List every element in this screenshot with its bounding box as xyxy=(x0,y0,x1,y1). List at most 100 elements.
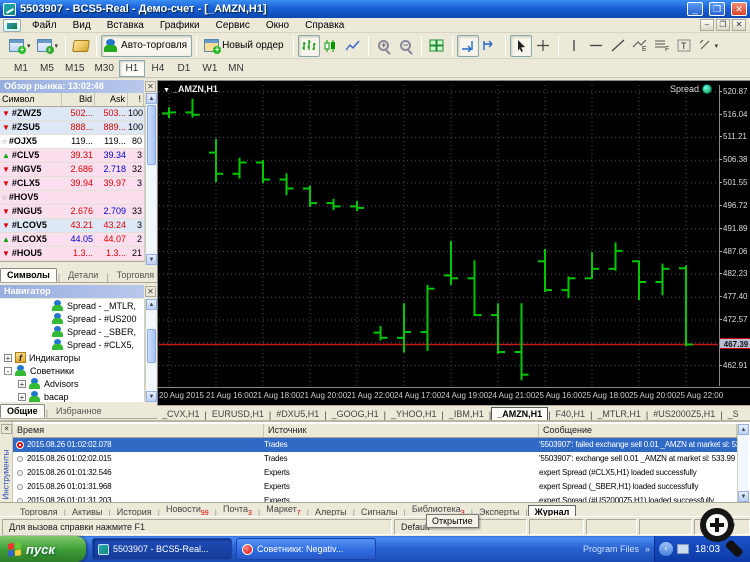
timeframe-mn[interactable]: MN xyxy=(223,60,249,77)
one-click-trading-icon[interactable]: ▼ xyxy=(163,87,170,94)
fibonacci-button[interactable]: F xyxy=(651,35,673,57)
chart-tab-0[interactable]: _CVX,H1 xyxy=(157,408,205,420)
menu-item-4[interactable]: Сервис xyxy=(208,19,258,32)
market-watch-row[interactable]: ▼#LCOV543.2143.243 xyxy=(0,219,144,233)
market-watch-row[interactable]: ▼#CLX539.9439.973 xyxy=(0,177,144,191)
scroll-down-icon[interactable]: ▼ xyxy=(146,254,157,265)
vertical-line-button[interactable] xyxy=(563,35,585,57)
timeframe-d1[interactable]: D1 xyxy=(171,60,197,77)
timeframe-m1[interactable]: M1 xyxy=(8,60,34,77)
scroll-up-icon[interactable]: ▲ xyxy=(146,93,157,104)
restore-button[interactable]: ❐ xyxy=(709,2,725,16)
taskbar-task-mt4[interactable]: 5503907 - BCS5-Real... xyxy=(92,538,232,560)
mdi-restore-button[interactable]: ❐ xyxy=(716,19,730,31)
menu-item-0[interactable]: Файл xyxy=(24,19,65,32)
terminal-close-icon[interactable]: ✕ xyxy=(1,424,12,434)
market-watch-row[interactable]: ○#OJX5119...119...80 xyxy=(0,135,144,149)
horizontal-line-button[interactable] xyxy=(585,35,607,57)
navigator-node[interactable]: +Advisors xyxy=(0,377,144,390)
new-order-button[interactable]: +Новый ордер xyxy=(201,35,289,57)
menu-item-6[interactable]: Справка xyxy=(297,19,352,32)
line-chart-mode-button[interactable] xyxy=(342,35,364,57)
bar-chart-mode-button[interactable] xyxy=(298,35,320,57)
new-chart-button[interactable]: +▾ xyxy=(6,35,34,57)
mdi-minimize-button[interactable]: – xyxy=(700,19,714,31)
navigator-scrollbar[interactable]: ▲ ▼ xyxy=(145,299,156,402)
chart-canvas[interactable] xyxy=(159,85,718,386)
navigator-ea-item[interactable]: Spread - #CLX5, xyxy=(0,338,144,351)
scroll-down-icon[interactable]: ▼ xyxy=(146,391,157,402)
timeframe-w1[interactable]: W1 xyxy=(197,60,223,77)
market-watch-close-icon[interactable]: ✕ xyxy=(145,81,156,92)
journal-row[interactable]: 2015.08.26 01:01:31.968Expertsexpert Spr… xyxy=(13,480,737,494)
close-button[interactable]: ✕ xyxy=(731,2,747,16)
journal-column-0[interactable]: Время xyxy=(13,424,264,437)
navigator-close-icon[interactable]: ✕ xyxy=(145,286,156,297)
market-watch-header[interactable]: Обзор рынка: 13:02:48 xyxy=(0,80,144,93)
chart-window[interactable]: ▼_AMZN,H1 Spread 520.87516.04511.21506.3… xyxy=(157,80,750,405)
journal-row[interactable]: 2015.08.26 01:01:32.546Expertsexpert Spr… xyxy=(13,466,737,480)
scroll-thumb[interactable] xyxy=(147,105,156,165)
market-watch-row[interactable]: ▼#NGU52.6762.70933 xyxy=(0,205,144,219)
scroll-up-icon[interactable]: ▲ xyxy=(738,424,749,435)
scroll-down-icon[interactable]: ▼ xyxy=(738,491,749,502)
journal-row[interactable]: 2015.08.26 01:02:02.078Trades'5503907': … xyxy=(13,438,737,452)
market-watch-tab-0[interactable]: Символы xyxy=(0,268,57,282)
chevron-right-icon[interactable]: » xyxy=(645,544,650,554)
menu-item-3[interactable]: Графики xyxy=(152,19,208,32)
mw-column-0[interactable]: Символ xyxy=(0,93,62,106)
market-watch-row[interactable]: ▼#ZWZ5502...503...100 xyxy=(0,107,144,121)
metaeditor-button[interactable] xyxy=(70,35,92,57)
timeframe-m30[interactable]: M30 xyxy=(89,60,118,77)
auto-scroll-button[interactable] xyxy=(457,35,479,57)
navigator-ea-item[interactable]: Spread - #US200 xyxy=(0,312,144,325)
price-chart[interactable] xyxy=(159,85,718,386)
journal-column-1[interactable]: Источник xyxy=(264,424,539,437)
mw-column-3[interactable]: ! xyxy=(128,93,144,106)
chart-tab-10[interactable]: _S xyxy=(723,408,744,420)
mw-column-1[interactable]: Bid xyxy=(62,93,95,106)
market-watch-tab-2[interactable]: Торговля xyxy=(110,268,162,282)
timeframe-h1[interactable]: H1 xyxy=(119,60,145,77)
navigator-node[interactable]: -Советники xyxy=(0,364,144,377)
market-watch-row[interactable]: ▼#NGV52.6862.71832 xyxy=(0,163,144,177)
journal-scrollbar[interactable]: ▲ ▼ xyxy=(737,424,748,502)
market-watch-row[interactable]: ▲#LCOX544.0544.072 xyxy=(0,233,144,247)
navigator-tab-0[interactable]: Общие xyxy=(0,404,45,418)
start-button[interactable]: пуск xyxy=(0,536,86,562)
arrows-tool-button[interactable]: ▾ xyxy=(695,35,722,57)
navigator-ea-item[interactable]: Spread - _SBER, xyxy=(0,325,144,338)
chart-tab-6[interactable]: _AMZN,H1 xyxy=(491,407,548,420)
quick-launch-label[interactable]: Program Files xyxy=(583,544,639,554)
scroll-thumb[interactable] xyxy=(147,329,156,363)
navigator-tab-1[interactable]: Избранное xyxy=(49,404,109,418)
zoom-out-button[interactable]: − xyxy=(395,35,417,57)
navigator-node[interactable]: +bacap xyxy=(0,390,144,402)
expand-icon[interactable]: + xyxy=(4,354,12,362)
timeframe-m5[interactable]: M5 xyxy=(34,60,60,77)
menu-item-5[interactable]: Окно xyxy=(258,19,297,32)
chart-menu-icon[interactable] xyxy=(3,19,21,32)
terminal-side-label[interactable]: Инструменты xyxy=(2,440,11,510)
expand-icon[interactable]: + xyxy=(18,380,26,388)
minimize-button[interactable]: _ xyxy=(687,2,703,16)
market-watch-tab-1[interactable]: Детали xyxy=(61,268,105,282)
market-watch-row[interactable]: ▼#HOU51.3...1.3...21 xyxy=(0,247,144,261)
price-axis[interactable]: 520.87516.04511.21506.38501.55496.72491.… xyxy=(719,85,750,386)
time-axis[interactable]: 20 Aug 201521 Aug 16:0021 Aug 18:0021 Au… xyxy=(158,387,750,403)
menu-item-2[interactable]: Вставка xyxy=(99,19,152,32)
zoom-in-button[interactable]: + xyxy=(373,35,395,57)
trendline-button[interactable] xyxy=(607,35,629,57)
chart-tab-9[interactable]: #US2000Z5,H1 xyxy=(648,408,720,420)
taskbar-task-alert[interactable]: Советники: Negativ... xyxy=(236,538,376,560)
text-tool-button[interactable]: T xyxy=(673,35,695,57)
tile-windows-button[interactable] xyxy=(426,35,448,57)
mdi-close-button[interactable]: ✕ xyxy=(732,19,746,31)
chart-tab-2[interactable]: #DXU5,H1 xyxy=(271,408,324,420)
autotrading-button[interactable]: Авто-торговля xyxy=(101,35,192,57)
market-watch-row[interactable]: ○#HOV5 xyxy=(0,191,144,205)
tray-collapse-icon[interactable]: ‹ xyxy=(659,542,673,556)
navigator-ea-item[interactable]: Spread - _MTLR, xyxy=(0,299,144,312)
chart-tab-3[interactable]: _GOOG,H1 xyxy=(327,408,384,420)
title-bar[interactable]: 5503907 - BCS5-Real - Демо-счет - [_AMZN… xyxy=(0,0,750,18)
